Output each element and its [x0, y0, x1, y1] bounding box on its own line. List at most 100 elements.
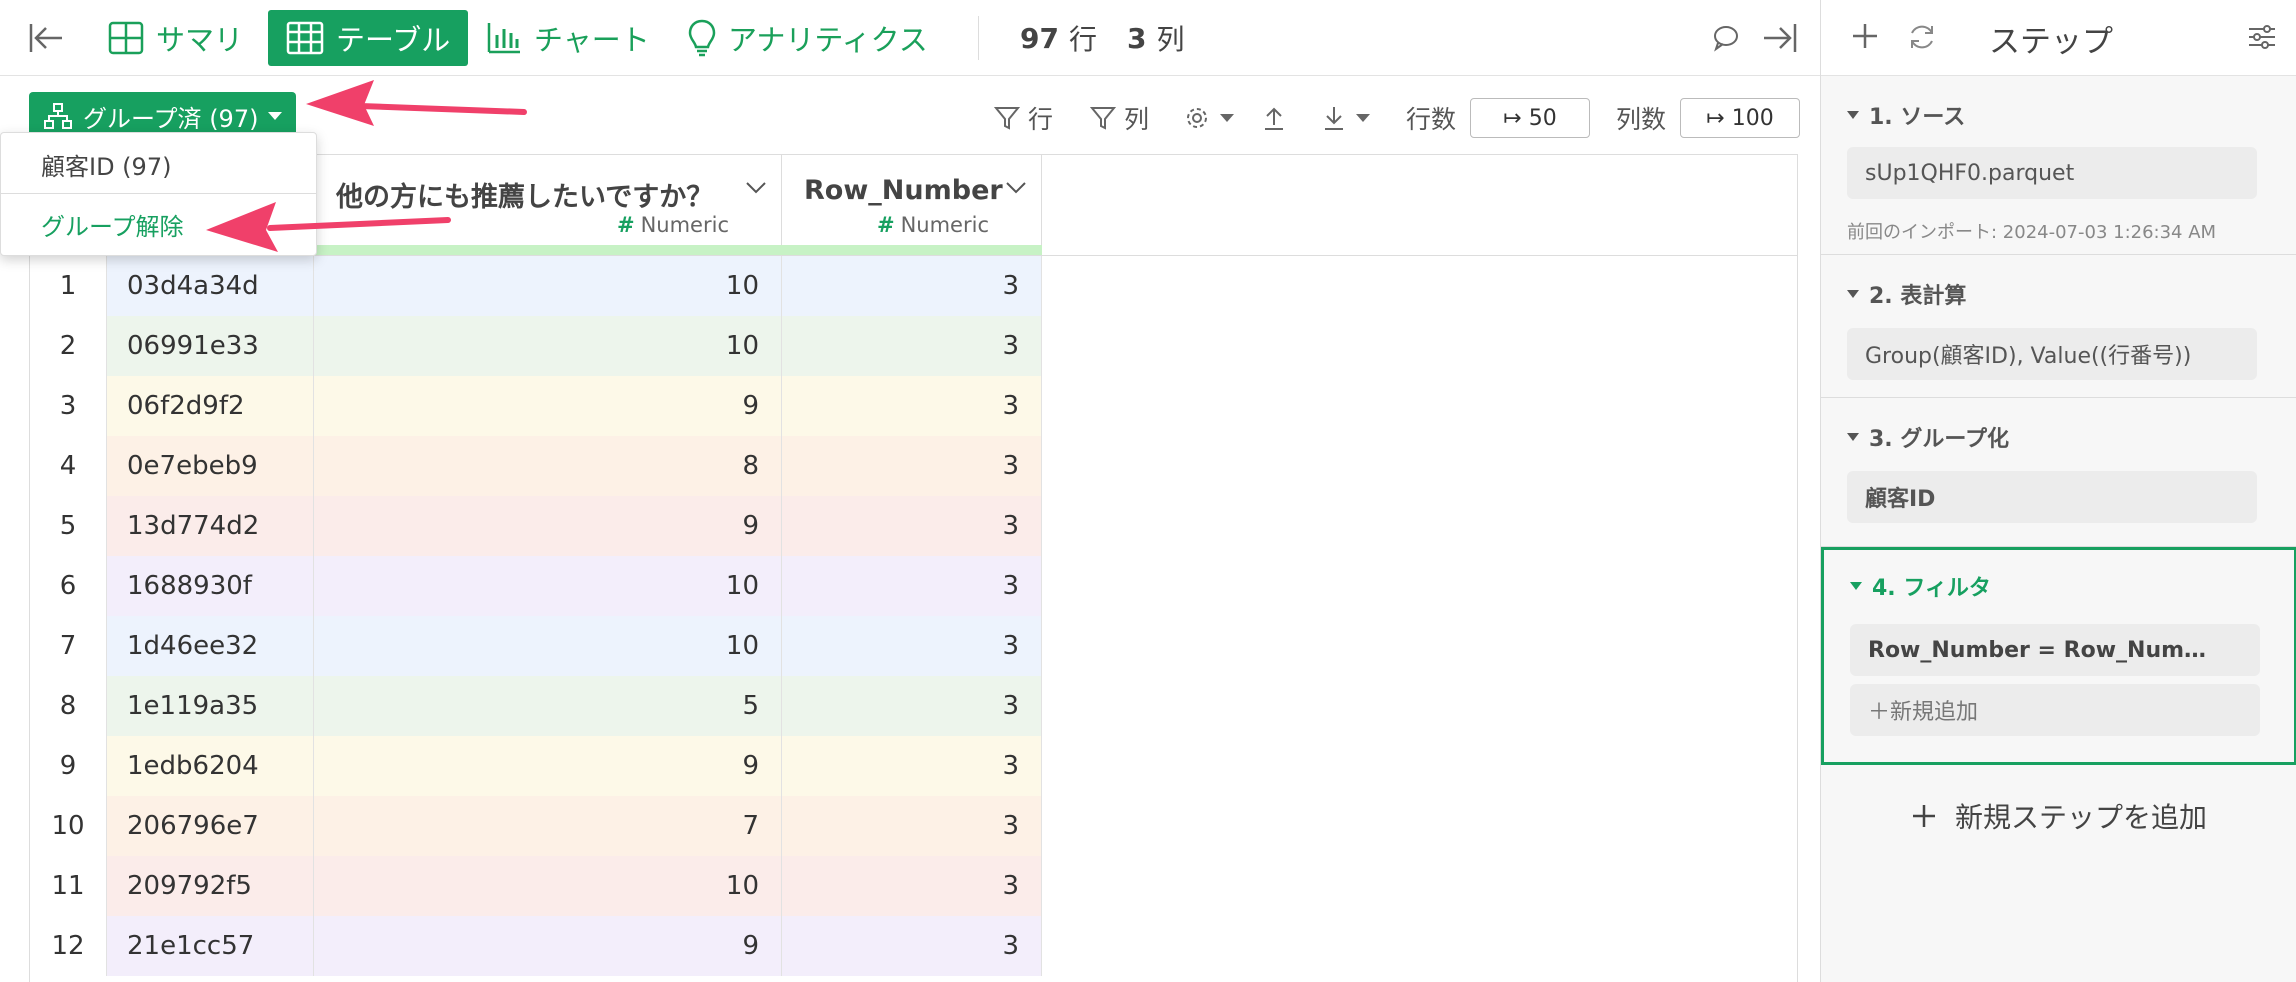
steps-panel: ステップ 1. ソース sUp1QHF0.parquet 前回のインポート: 2…	[1820, 0, 2296, 982]
customer-id-cell[interactable]: 13d774d2	[107, 496, 314, 556]
column-header-recommend[interactable]: 他の方にも推薦したいですか？ # Numeric	[314, 155, 782, 255]
collapse-right-icon[interactable]	[1762, 22, 1798, 58]
upload-button[interactable]	[1262, 96, 1294, 140]
row-number-cell[interactable]: 1	[30, 256, 107, 316]
triangle-down-icon	[1850, 582, 1862, 590]
row-number-cell[interactable]: 8	[30, 676, 107, 736]
column-type: # Numeric	[876, 213, 989, 237]
customer-id-cell[interactable]: 206796e7	[107, 796, 314, 856]
column-filter-button[interactable]: 列	[1090, 96, 1149, 140]
lightbulb-icon	[688, 19, 716, 57]
customer-id-cell[interactable]: 06f2d9f2	[107, 376, 314, 436]
filter-icon	[994, 107, 1020, 130]
recommend-cell[interactable]: 9	[314, 736, 782, 796]
row-number-cell[interactable]: 12	[30, 916, 107, 976]
row-number-cell[interactable]: 4	[30, 436, 107, 496]
row-number-value-cell[interactable]: 3	[782, 616, 1042, 676]
row-number-value-cell[interactable]: 3	[782, 376, 1042, 436]
customer-id-cell[interactable]: 03d4a34d	[107, 256, 314, 316]
filter-icon	[1090, 107, 1116, 130]
refresh-icon[interactable]	[1907, 22, 1937, 56]
recommend-cell[interactable]: 10	[314, 856, 782, 916]
row-number-cell[interactable]: 3	[30, 376, 107, 436]
dropdown-item-customer-id[interactable]: 顧客ID (97)	[1, 135, 316, 193]
row-number-value-cell[interactable]: 3	[782, 676, 1042, 736]
recommend-cell[interactable]: 10	[314, 256, 782, 316]
row-number-cell[interactable]: 9	[30, 736, 107, 796]
step-window-calc[interactable]: 2. 表計算 Group(顧客ID), Value((行番号))	[1821, 256, 2296, 398]
sliders-icon[interactable]	[2247, 22, 2277, 56]
column-header-row-number[interactable]: Row_Number # Numeric	[782, 155, 1042, 255]
recommend-cell[interactable]: 9	[314, 916, 782, 976]
step-group[interactable]: 3. グループ化 顧客ID	[1821, 399, 2296, 547]
row-number-value-cell[interactable]: 3	[782, 316, 1042, 376]
column-count: 3 列	[1127, 10, 1185, 66]
customer-id-cell[interactable]: 06991e33	[107, 316, 314, 376]
step-window-calc-detail[interactable]: Group(顧客ID), Value((行番号))	[1847, 328, 2257, 380]
row-number-value-cell[interactable]: 3	[782, 556, 1042, 616]
collapse-left-icon[interactable]	[28, 22, 64, 58]
step-filter[interactable]: 4. フィルタ Row_Number = Row_Num… ＋新規追加	[1821, 547, 2296, 765]
row-number-cell[interactable]: 7	[30, 616, 107, 676]
recommend-cell[interactable]: 7	[314, 796, 782, 856]
tab-analytics[interactable]: アナリティクス	[688, 10, 928, 66]
customer-id-cell[interactable]: 1d46ee32	[107, 616, 314, 676]
download-icon	[1325, 107, 1343, 130]
plus-icon	[1913, 805, 1935, 827]
plus-icon[interactable]	[1851, 22, 1879, 54]
comment-icon[interactable]	[1712, 24, 1740, 56]
row-number-cell[interactable]: 2	[30, 316, 107, 376]
step-group-detail[interactable]: 顧客ID	[1847, 471, 2257, 523]
chevron-down-icon[interactable]	[745, 181, 767, 195]
row-number-value-cell[interactable]: 3	[782, 796, 1042, 856]
steps-panel-header: ステップ	[1821, 0, 2296, 76]
rows-limit-input[interactable]: ↦ 50	[1470, 98, 1591, 138]
cols-limit-input[interactable]: ↦ 100	[1680, 98, 1801, 138]
row-number-value-cell[interactable]: 3	[782, 436, 1042, 496]
chevron-down-icon	[1356, 114, 1370, 122]
customer-id-cell[interactable]: 0e7ebeb9	[107, 436, 314, 496]
tab-summary-label: サマリ	[156, 23, 244, 57]
customer-id-cell[interactable]: 1e119a35	[107, 676, 314, 736]
row-filter-button[interactable]: 行	[994, 96, 1053, 140]
customer-id-cell[interactable]: 21e1cc57	[107, 916, 314, 976]
table-row: 10 206796e7 7 3	[30, 796, 1042, 856]
row-number-value-cell[interactable]: 3	[782, 256, 1042, 316]
column-filter-label: 列	[1124, 105, 1150, 134]
recommend-cell[interactable]: 9	[314, 496, 782, 556]
step-source[interactable]: 1. ソース sUp1QHF0.parquet 前回のインポート: 2024-0…	[1821, 77, 2296, 255]
row-number-value-cell[interactable]: 3	[782, 496, 1042, 556]
row-number-cell[interactable]: 6	[30, 556, 107, 616]
customer-id-cell[interactable]: 1688930f	[107, 556, 314, 616]
step-source-file[interactable]: sUp1QHF0.parquet	[1847, 147, 2257, 199]
recommend-cell[interactable]: 8	[314, 436, 782, 496]
row-number-cell[interactable]: 10	[30, 796, 107, 856]
row-number-value-cell[interactable]: 3	[782, 736, 1042, 796]
row-number-value-cell[interactable]: 3	[782, 856, 1042, 916]
recommend-cell[interactable]: 10	[314, 316, 782, 376]
customer-id-cell[interactable]: 209792f5	[107, 856, 314, 916]
row-number-cell[interactable]: 11	[30, 856, 107, 916]
triangle-down-icon	[1847, 111, 1859, 119]
step-filter-add[interactable]: ＋新規追加	[1850, 684, 2260, 736]
add-step-button[interactable]: 新規ステップを追加	[1911, 796, 2207, 836]
download-button[interactable]	[1322, 96, 1370, 140]
tab-table-label: テーブル	[336, 23, 451, 57]
summary-grid-icon	[108, 21, 144, 55]
settings-button[interactable]	[1184, 96, 1234, 140]
recommend-cell[interactable]: 9	[314, 376, 782, 436]
recommend-cell[interactable]: 10	[314, 616, 782, 676]
recommend-cell[interactable]: 5	[314, 676, 782, 736]
column-distribution-bar	[314, 245, 782, 255]
customer-id-cell[interactable]: 1edb6204	[107, 736, 314, 796]
tab-table[interactable]: テーブル	[268, 10, 469, 66]
tab-summary[interactable]: サマリ	[108, 10, 243, 66]
tab-chart[interactable]: チャート	[486, 10, 650, 66]
chevron-down-icon[interactable]	[1005, 181, 1027, 195]
row-number-value-cell[interactable]: 3	[782, 916, 1042, 976]
recommend-cell[interactable]: 10	[314, 556, 782, 616]
dropdown-item-ungroup[interactable]: グループ解除	[1, 195, 316, 253]
row-number-cell[interactable]: 5	[30, 496, 107, 556]
table-row: 7 1d46ee32 10 3	[30, 616, 1042, 676]
step-filter-condition[interactable]: Row_Number = Row_Num…	[1850, 624, 2260, 676]
